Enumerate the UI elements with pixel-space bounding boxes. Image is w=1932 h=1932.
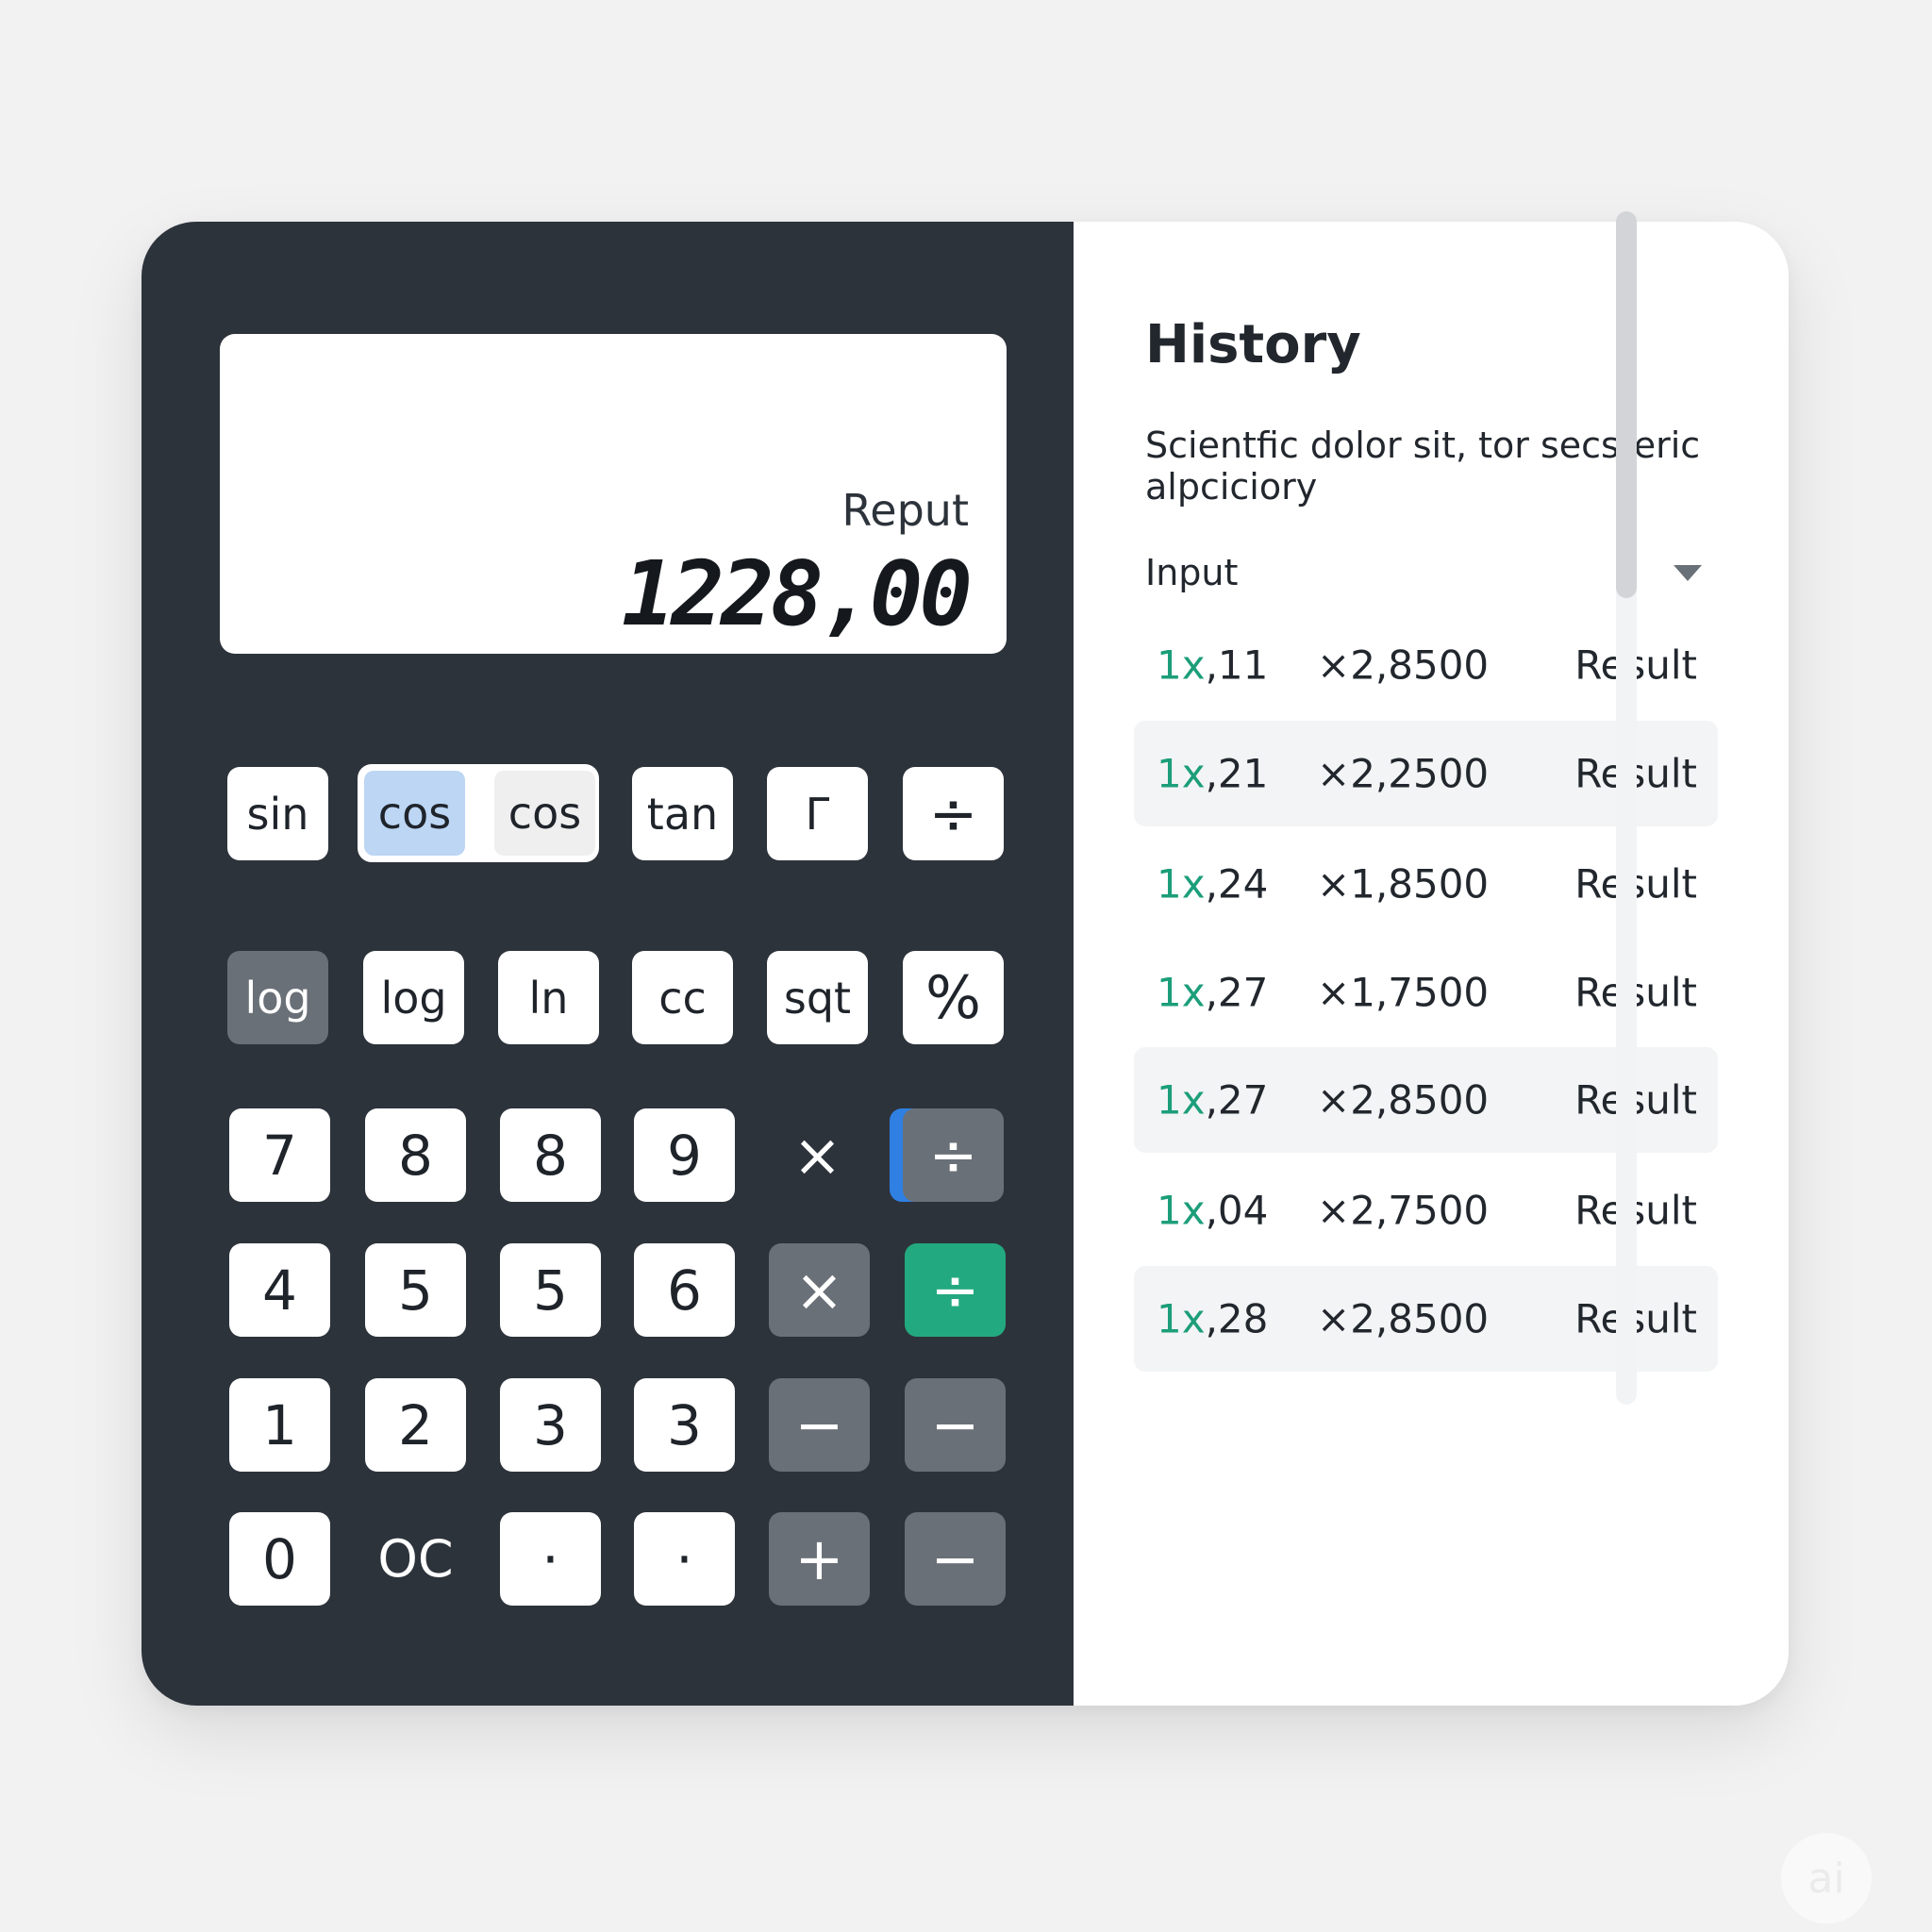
history-row-input-text: ,27 [1205, 1076, 1269, 1124]
digit-1-key[interactable]: 1 [229, 1378, 330, 1472]
digit-6-key[interactable]: 6 [634, 1243, 735, 1337]
digit-2-key[interactable]: 2 [365, 1378, 466, 1472]
history-row-value: ×2,8500 [1317, 1295, 1490, 1342]
calculator-display: Reput 1228,00 [220, 334, 1007, 654]
history-scrollbar[interactable] [1616, 211, 1637, 1405]
ln-key[interactable]: ln [498, 951, 599, 1044]
history-row-value: ×2,8500 [1317, 641, 1490, 689]
history-row-value: ×1,8500 [1317, 860, 1490, 908]
digit-5-key-2[interactable]: 5 [500, 1243, 601, 1337]
dropdown-arrow-icon[interactable] [1674, 565, 1702, 581]
minus-key[interactable]: − [769, 1378, 870, 1472]
history-row-prefix: 1x [1157, 1187, 1206, 1234]
digit-0-key[interactable]: 0 [229, 1512, 330, 1606]
history-row-input: 1x,27 [1157, 1077, 1268, 1124]
history-row-prefix: 1x [1157, 969, 1206, 1016]
history-row-value: ×2,8500 [1317, 1076, 1490, 1124]
decimal-key[interactable]: · [500, 1512, 601, 1606]
cos-key[interactable]: cos [494, 771, 595, 856]
display-value: 1228,00 [621, 543, 973, 646]
history-panel: History Scientfic dolor sit, tor secster… [1074, 222, 1789, 1706]
history-row-input: 1x,28 [1157, 1296, 1268, 1342]
history-row-input: 1x,04 [1157, 1188, 1268, 1234]
display-label: Reput [841, 485, 969, 536]
history-row-prefix: 1x [1157, 641, 1206, 689]
history-row-input: 1x,27 [1157, 970, 1268, 1016]
gamma-key[interactable]: Γ [767, 767, 868, 860]
decimal-key-2[interactable]: · [634, 1512, 735, 1606]
multiply-key-plain[interactable]: × [767, 1108, 868, 1202]
sqrt-key[interactable]: sqt [767, 951, 868, 1044]
cc-key[interactable]: cc [632, 951, 733, 1044]
ai-badge: ai [1781, 1833, 1872, 1924]
minus-key-3[interactable]: − [905, 1512, 1006, 1606]
sin-key[interactable]: sin [227, 767, 328, 860]
log-key-active[interactable]: log [227, 951, 328, 1044]
history-row-input-text: ,24 [1205, 860, 1269, 908]
multiply-key[interactable]: × [769, 1243, 870, 1337]
cos-key-group: cos cos [358, 764, 599, 862]
history-row-input-text: ,11 [1205, 641, 1269, 689]
digit-8-key-2[interactable]: 8 [500, 1108, 601, 1202]
history-row-input-text: ,21 [1205, 750, 1269, 797]
calculator-window: Reput 1228,00 sin cos cos tan Γ ÷ log lo… [142, 222, 1789, 1706]
plus-key[interactable]: + [769, 1512, 870, 1606]
history-row-input-text: ,28 [1205, 1295, 1269, 1342]
percent-key[interactable]: % [903, 951, 1004, 1044]
history-row-value: ×2,7500 [1317, 1187, 1490, 1234]
digit-8-key[interactable]: 8 [365, 1108, 466, 1202]
digit-7-key[interactable]: 7 [229, 1108, 330, 1202]
digit-9-key[interactable]: 9 [634, 1108, 735, 1202]
calculator-panel: Reput 1228,00 sin cos cos tan Γ ÷ log lo… [142, 222, 1074, 1706]
history-row-value: ×2,2500 [1317, 750, 1490, 797]
tan-key[interactable]: tan [632, 767, 733, 860]
oc-key[interactable]: OC [365, 1512, 466, 1606]
history-row-prefix: 1x [1157, 1076, 1206, 1124]
history-row-prefix: 1x [1157, 860, 1206, 908]
history-row-prefix: 1x [1157, 1295, 1206, 1342]
digit-3-key[interactable]: 3 [500, 1378, 601, 1472]
history-row-input: 1x,11 [1157, 642, 1268, 689]
divide-key-active[interactable]: ÷ [903, 1108, 1004, 1202]
history-row-input: 1x,21 [1157, 751, 1268, 797]
input-filter-label: Input [1145, 552, 1239, 593]
digit-5-key[interactable]: 5 [365, 1243, 466, 1337]
history-row-input-text: ,04 [1205, 1187, 1269, 1234]
history-row-prefix: 1x [1157, 750, 1206, 797]
digit-3-key-2[interactable]: 3 [634, 1378, 735, 1472]
history-row-value: ×1,7500 [1317, 969, 1490, 1016]
log-key[interactable]: log [363, 951, 464, 1044]
divide-key-green[interactable]: ÷ [905, 1243, 1006, 1337]
digit-4-key[interactable]: 4 [229, 1243, 330, 1337]
divide-key-top[interactable]: ÷ [903, 767, 1004, 860]
history-row-input: 1x,24 [1157, 861, 1268, 908]
history-row-input-text: ,27 [1205, 969, 1269, 1016]
history-title: History [1145, 314, 1361, 375]
minus-key-2[interactable]: − [905, 1378, 1006, 1472]
history-scrollbar-thumb[interactable] [1616, 211, 1637, 598]
cos-key-selected[interactable]: cos [364, 771, 465, 856]
